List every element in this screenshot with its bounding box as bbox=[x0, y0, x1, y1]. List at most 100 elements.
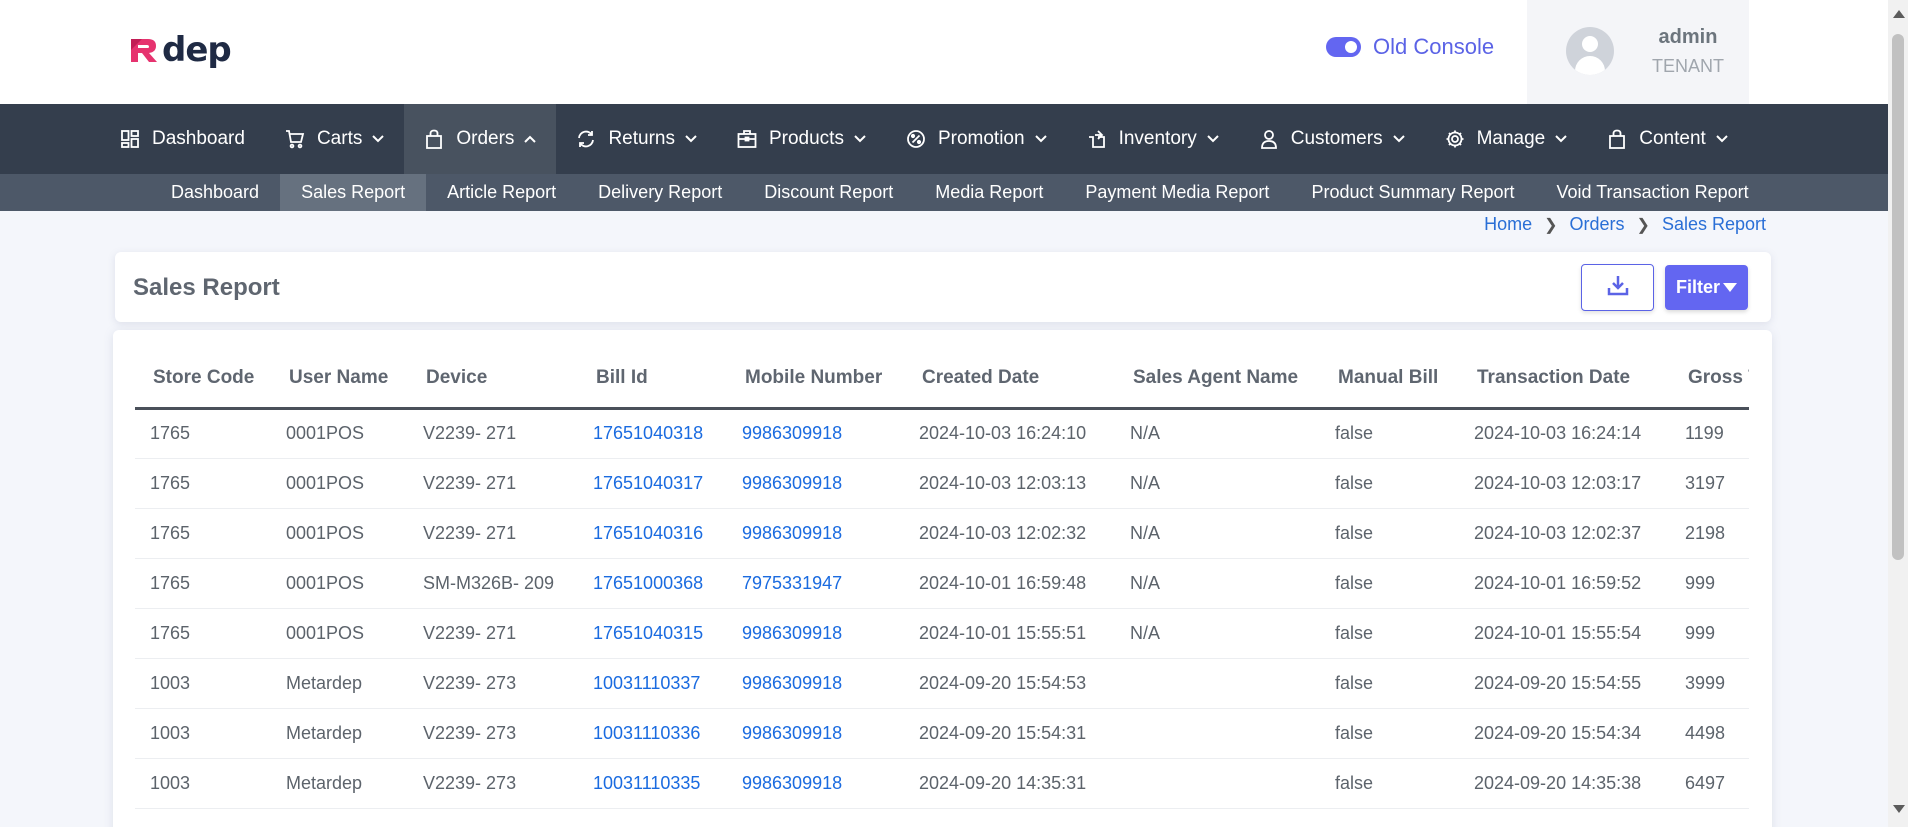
cell-transaction-date: 2024-09-20 15:54:34 bbox=[1459, 708, 1670, 759]
filter-button[interactable]: Filter bbox=[1665, 265, 1748, 310]
cell-mobile-number[interactable]: 9986309918 bbox=[727, 408, 904, 459]
cell-manual-bill: false bbox=[1320, 508, 1459, 559]
user-menu[interactable]: admin TENANT bbox=[1527, 0, 1749, 104]
table-row[interactable]: 1003 Metardep V2239- 273 10031110335 9986309… bbox=[135, 758, 1749, 809]
cell-bill-id[interactable]: 17651040318 bbox=[578, 408, 727, 459]
cell-created-date: 2024-09-20 15:54:31 bbox=[904, 708, 1115, 759]
cell-gross-total: 999 bbox=[1670, 558, 1749, 609]
cell-manual-bill: false bbox=[1320, 758, 1459, 809]
cell-mobile-number[interactable]: 9986309918 bbox=[727, 658, 904, 709]
table-scroll-container[interactable]: Store Code User Name Device Bill Id Mobi… bbox=[135, 350, 1749, 809]
column-header-sales-agent-name[interactable]: Sales Agent Name bbox=[1115, 350, 1320, 410]
nav-item-dashboard[interactable]: Dashboard bbox=[100, 104, 265, 174]
old-console-toggle[interactable]: Old Console bbox=[1326, 34, 1494, 60]
cell-mobile-number[interactable]: 9986309918 bbox=[727, 608, 904, 659]
column-header-store-code[interactable]: Store Code bbox=[135, 350, 271, 410]
subnav-item-article-report[interactable]: Article Report bbox=[426, 174, 577, 211]
subnav-item-discount-report[interactable]: Discount Report bbox=[743, 174, 914, 211]
breadcrumb-sales-report[interactable]: Sales Report bbox=[1662, 214, 1766, 235]
brand-logo[interactable]: dep bbox=[128, 30, 232, 70]
cell-transaction-date: 2024-09-20 15:54:55 bbox=[1459, 658, 1670, 709]
scrollbar-thumb[interactable] bbox=[1892, 34, 1904, 560]
cell-store-code: 1765 bbox=[135, 608, 271, 659]
table-row[interactable]: 1003 Metardep V2239- 273 10031110337 9986309… bbox=[135, 658, 1749, 709]
nav-item-carts[interactable]: Carts bbox=[265, 104, 404, 174]
scroll-up-icon[interactable] bbox=[1893, 10, 1905, 18]
subnav-item-media-report[interactable]: Media Report bbox=[914, 174, 1064, 211]
column-header-bill-id[interactable]: Bill Id bbox=[578, 350, 727, 410]
inventory-icon bbox=[1087, 129, 1107, 149]
column-header-created-date[interactable]: Created Date bbox=[904, 350, 1115, 410]
cell-mobile-number[interactable]: 9986309918 bbox=[727, 708, 904, 759]
cell-mobile-number[interactable]: 9986309918 bbox=[727, 758, 904, 809]
download-button[interactable] bbox=[1581, 264, 1654, 311]
cell-bill-id[interactable]: 10031110335 bbox=[578, 758, 727, 809]
table-row[interactable]: 1765 0001POS V2239- 271 17651040316 99863099… bbox=[135, 508, 1749, 559]
cell-transaction-date: 2024-10-03 12:02:37 bbox=[1459, 508, 1670, 559]
cell-bill-id[interactable]: 10031110337 bbox=[578, 658, 727, 709]
cell-created-date: 2024-09-20 14:35:31 bbox=[904, 758, 1115, 809]
user-icon bbox=[1259, 129, 1279, 149]
column-header-device[interactable]: Device bbox=[408, 350, 578, 410]
column-header-user-name[interactable]: User Name bbox=[271, 350, 408, 410]
nav-item-inventory[interactable]: Inventory bbox=[1067, 104, 1239, 174]
nav-item-content[interactable]: Content bbox=[1587, 104, 1748, 174]
subnav-item-dashboard[interactable]: Dashboard bbox=[150, 174, 280, 211]
cell-manual-bill: false bbox=[1320, 608, 1459, 659]
nav-item-manage[interactable]: Manage bbox=[1425, 104, 1588, 174]
table-row[interactable]: 1765 0001POS V2239- 271 17651040315 99863099… bbox=[135, 608, 1749, 659]
scroll-down-icon[interactable] bbox=[1893, 805, 1905, 813]
cell-mobile-number[interactable]: 9986309918 bbox=[727, 508, 904, 559]
table-row[interactable]: 1765 0001POS V2239- 271 17651040318 99863099… bbox=[135, 408, 1749, 459]
cell-created-date: 2024-10-01 16:59:48 bbox=[904, 558, 1115, 609]
cell-user-name: 0001POS bbox=[271, 508, 408, 559]
chevron-right-icon: ❯ bbox=[1636, 216, 1650, 234]
cell-created-date: 2024-10-01 15:55:51 bbox=[904, 608, 1115, 659]
breadcrumb-home[interactable]: Home bbox=[1484, 214, 1532, 235]
refresh-icon bbox=[576, 129, 596, 149]
chevron-down-icon bbox=[372, 132, 385, 146]
nav-label: Returns bbox=[608, 128, 675, 149]
cell-bill-id[interactable]: 10031110336 bbox=[578, 708, 727, 759]
nav-item-returns[interactable]: Returns bbox=[556, 104, 717, 174]
cell-bill-id[interactable]: 17651040317 bbox=[578, 458, 727, 509]
column-header-gross-total[interactable]: Gross Total bbox=[1670, 350, 1749, 410]
page-scrollbar[interactable] bbox=[1888, 0, 1908, 827]
cell-bill-id[interactable]: 17651040315 bbox=[578, 608, 727, 659]
table-row[interactable]: 1003 Metardep V2239- 273 10031110336 9986309… bbox=[135, 708, 1749, 759]
breadcrumb-orders[interactable]: Orders bbox=[1570, 214, 1625, 235]
subnav-item-payment-media-report[interactable]: Payment Media Report bbox=[1064, 174, 1290, 211]
cell-device: V2239- 273 bbox=[408, 708, 578, 759]
page-header-card: Sales Report Filter bbox=[115, 252, 1771, 322]
subnav-item-void-transaction-report[interactable]: Void Transaction Report bbox=[1536, 174, 1770, 211]
cell-bill-id[interactable]: 17651040316 bbox=[578, 508, 727, 559]
cell-user-name: 0001POS bbox=[271, 458, 408, 509]
cell-transaction-date: 2024-09-20 14:35:38 bbox=[1459, 758, 1670, 809]
cell-created-date: 2024-10-03 12:02:32 bbox=[904, 508, 1115, 559]
column-header-mobile-number[interactable]: Mobile Number bbox=[727, 350, 904, 410]
nav-item-promotion[interactable]: Promotion bbox=[886, 104, 1067, 174]
column-header-manual-bill[interactable]: Manual Bill bbox=[1320, 350, 1459, 410]
nav-item-products[interactable]: Products bbox=[717, 104, 886, 174]
cell-mobile-number[interactable]: 9986309918 bbox=[727, 458, 904, 509]
nav-item-customers[interactable]: Customers bbox=[1239, 104, 1425, 174]
cell-device: V2239- 271 bbox=[408, 608, 578, 659]
logo-mark-icon bbox=[128, 34, 160, 66]
subnav-item-product-summary-report[interactable]: Product Summary Report bbox=[1290, 174, 1535, 211]
old-console-label: Old Console bbox=[1373, 34, 1495, 59]
cell-sales-agent-name bbox=[1115, 708, 1320, 759]
dashboard-icon bbox=[120, 129, 140, 149]
cell-store-code: 1765 bbox=[135, 458, 271, 509]
subnav-item-delivery-report[interactable]: Delivery Report bbox=[577, 174, 743, 211]
filter-label: Filter bbox=[1675, 277, 1720, 297]
cell-bill-id[interactable]: 17651000368 bbox=[578, 558, 727, 609]
badge-percent-icon bbox=[906, 129, 926, 149]
toggle-switch[interactable] bbox=[1326, 37, 1361, 57]
column-header-transaction-date[interactable]: Transaction Date bbox=[1459, 350, 1670, 410]
cell-mobile-number[interactable]: 7975331947 bbox=[727, 558, 904, 609]
subnav-item-sales-report[interactable]: Sales Report bbox=[280, 174, 427, 211]
nav-item-orders[interactable]: Orders bbox=[404, 104, 557, 174]
table-row[interactable]: 1765 0001POS SM-M326B- 209 17651000368 79753… bbox=[135, 558, 1749, 609]
table-row[interactable]: 1765 0001POS V2239- 271 17651040317 99863099… bbox=[135, 458, 1749, 509]
nav-label: Carts bbox=[316, 128, 363, 149]
